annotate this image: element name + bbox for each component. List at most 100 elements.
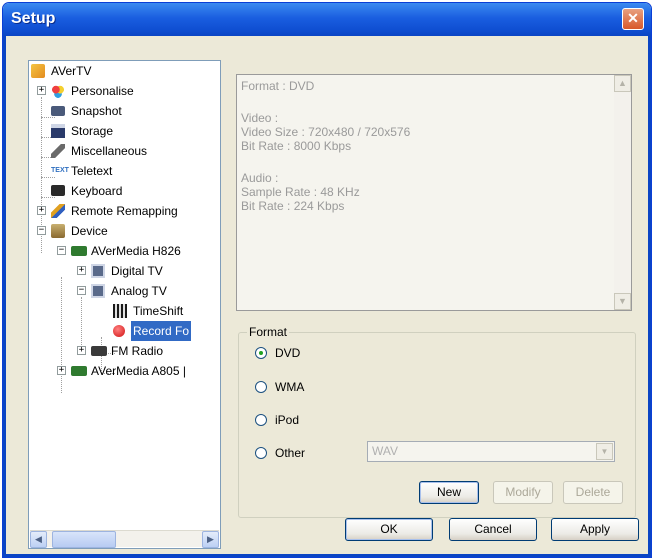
tree-item-label: Digital TV bbox=[111, 264, 163, 278]
collapse-icon[interactable]: − bbox=[77, 286, 86, 295]
radio-label: DVD bbox=[275, 346, 301, 360]
radio-label: iPod bbox=[275, 413, 300, 427]
tree-item-label: Remote Remapping bbox=[71, 204, 178, 218]
modify-button[interactable]: Modify bbox=[493, 481, 553, 504]
tree-item-storage[interactable]: Storage bbox=[51, 121, 219, 141]
tree-item-label: AVerTV bbox=[51, 64, 92, 78]
tree-item-label: TimeShift bbox=[133, 304, 184, 318]
info-vertical-scrollbar[interactable]: ▲ ▼ bbox=[614, 75, 631, 310]
tree-item-keyboard[interactable]: Keyboard bbox=[51, 181, 219, 201]
dialog-body: AVerTV + Personalise Snapshot Storage Mi… bbox=[3, 36, 651, 557]
info-audio-header: Audio : bbox=[241, 171, 279, 185]
tree-item-label: Analog TV bbox=[111, 284, 167, 298]
tree-item-teletext[interactable]: TEXT Teletext bbox=[51, 161, 219, 181]
combo-value: WAV bbox=[372, 444, 398, 458]
info-video-size: Video Size : 720x480 / 720x576 bbox=[241, 125, 411, 139]
tree-item-digital-tv[interactable]: Digital TV bbox=[91, 261, 220, 281]
camera-icon bbox=[51, 106, 65, 116]
collapse-icon[interactable]: − bbox=[37, 226, 46, 235]
tree-item-device[interactable]: Device bbox=[51, 221, 219, 241]
radio-indicator bbox=[255, 414, 267, 426]
tree-item-remote-remapping[interactable]: Remote Remapping bbox=[51, 201, 219, 221]
format-groupbox: Format DVD WMA iPod Other WAV ▼ New Modi… bbox=[238, 325, 636, 518]
tv-card-icon bbox=[71, 366, 87, 376]
expand-icon[interactable]: + bbox=[77, 266, 86, 275]
tree-item-label: Personalise bbox=[71, 84, 134, 98]
window-title: Setup bbox=[11, 10, 56, 27]
radio-label: WMA bbox=[275, 380, 305, 394]
tree-item-analog-tv[interactable]: Analog TV bbox=[91, 281, 220, 301]
expand-icon[interactable]: + bbox=[37, 206, 46, 215]
avertv-folder-icon bbox=[31, 64, 45, 78]
tree-item-snapshot[interactable]: Snapshot bbox=[51, 101, 219, 121]
format-info-textbox[interactable]: Format : DVD Video : Video Size : 720x48… bbox=[236, 74, 632, 311]
info-format: Format : DVD bbox=[241, 79, 315, 93]
delete-button[interactable]: Delete bbox=[563, 481, 623, 504]
info-video-bitrate: Bit Rate : 8000 Kbps bbox=[241, 139, 352, 153]
settings-tree[interactable]: AVerTV + Personalise Snapshot Storage Mi… bbox=[28, 60, 221, 549]
tree-item-label: Snapshot bbox=[71, 104, 122, 118]
arrow-up-icon: ▲ bbox=[618, 78, 627, 88]
chevron-down-icon[interactable]: ▼ bbox=[596, 443, 613, 460]
arrow-right-icon: ▶ bbox=[207, 534, 214, 544]
tree-item-avertv[interactable]: AVerTV bbox=[31, 61, 220, 81]
new-button[interactable]: New bbox=[419, 481, 479, 504]
close-icon: ✕ bbox=[627, 10, 639, 26]
expand-icon[interactable]: + bbox=[37, 86, 46, 95]
tree-item-label: Keyboard bbox=[71, 184, 123, 198]
arrow-left-icon: ◀ bbox=[35, 534, 42, 544]
tree-item-timeshift[interactable]: TimeShift bbox=[113, 301, 220, 321]
format-legend: Format bbox=[247, 325, 290, 339]
tree-item-label: AVerMedia A805 | bbox=[91, 364, 186, 378]
expand-icon[interactable]: + bbox=[77, 346, 86, 355]
info-video-header: Video : bbox=[241, 111, 279, 125]
floppy-disk-icon bbox=[51, 124, 65, 138]
tree-item-miscellaneous[interactable]: Miscellaneous bbox=[51, 141, 219, 161]
keyboard-icon bbox=[51, 185, 65, 196]
collapse-icon[interactable]: − bbox=[57, 246, 66, 255]
scroll-left-button[interactable]: ◀ bbox=[30, 531, 47, 548]
info-audio-bitrate: Bit Rate : 224 Kbps bbox=[241, 199, 345, 213]
teletext-icon: TEXT bbox=[51, 167, 69, 174]
cancel-button[interactable]: Cancel bbox=[449, 518, 537, 541]
tree-item-record-format[interactable]: Record Fo bbox=[113, 321, 220, 341]
radio-icon bbox=[91, 346, 107, 356]
radio-indicator bbox=[255, 381, 267, 393]
wrench-icon bbox=[51, 144, 65, 158]
radio-indicator bbox=[255, 447, 267, 459]
tv-monitor-icon bbox=[91, 284, 105, 298]
ok-button[interactable]: OK bbox=[345, 518, 433, 541]
other-format-combo[interactable]: WAV ▼ bbox=[367, 441, 615, 462]
arrow-down-icon: ▼ bbox=[618, 296, 627, 306]
tree-horizontal-scrollbar[interactable]: ◀ ▶ bbox=[30, 530, 219, 548]
tree-item-label: Storage bbox=[71, 124, 114, 138]
personalise-icon bbox=[51, 84, 65, 98]
tree-connector bbox=[61, 277, 62, 393]
tree-item-label: AVerMedia H826 bbox=[91, 244, 181, 258]
timeshift-icon bbox=[113, 304, 127, 318]
scroll-up-button[interactable]: ▲ bbox=[614, 75, 631, 92]
tree-item-label: Miscellaneous bbox=[71, 144, 148, 158]
tree-item-personalise[interactable]: Personalise bbox=[51, 81, 219, 101]
tree-item-label: Device bbox=[71, 224, 108, 238]
apply-button[interactable]: Apply bbox=[551, 518, 639, 541]
tree-item-avermedia-h826[interactable]: AVerMedia H826 bbox=[71, 241, 220, 261]
tree-item-fm-radio[interactable]: FM Radio bbox=[91, 341, 220, 361]
scroll-right-button[interactable]: ▶ bbox=[202, 531, 219, 548]
tree-item-label: FM Radio bbox=[111, 344, 164, 358]
expand-icon[interactable]: + bbox=[57, 366, 66, 375]
setup-window: Setup ✕ AVerTV + Personalise Snapshot St… bbox=[2, 2, 652, 558]
close-button[interactable]: ✕ bbox=[622, 8, 644, 30]
remote-control-icon bbox=[51, 204, 65, 218]
radio-label: Other bbox=[275, 446, 306, 460]
tree-item-avermedia-a805[interactable]: AVerMedia A805 | bbox=[71, 361, 220, 381]
scroll-thumb[interactable] bbox=[52, 531, 116, 548]
record-icon bbox=[113, 325, 125, 337]
title-bar[interactable]: Setup ✕ bbox=[3, 3, 651, 36]
scroll-down-button[interactable]: ▼ bbox=[614, 293, 631, 310]
tree-item-label: Teletext bbox=[71, 164, 113, 178]
radio-indicator bbox=[255, 347, 267, 359]
tv-monitor-icon bbox=[91, 264, 105, 278]
tree-item-label: Record Fo bbox=[131, 321, 192, 341]
tv-card-icon bbox=[71, 246, 87, 256]
